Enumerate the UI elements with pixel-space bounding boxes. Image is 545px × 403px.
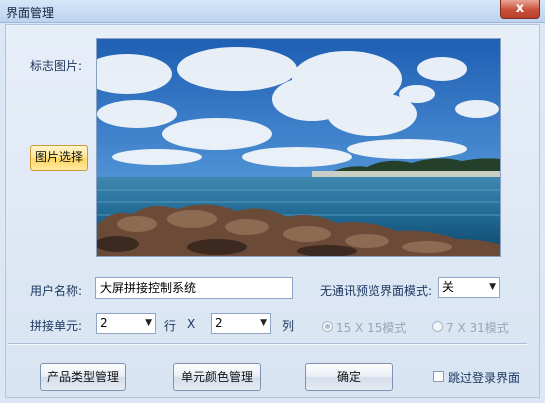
product-type-button[interactable]: 产品类型管理 (40, 363, 126, 391)
mode-7x31-radio[interactable] (432, 321, 443, 332)
mode-15x15-label: 15 X 15模式 (336, 321, 407, 335)
skip-login-label: 跳过登录界面 (448, 371, 521, 385)
window-title: 界面管理 (6, 6, 55, 20)
chevron-down-icon: ▼ (489, 282, 496, 292)
skip-login-checkbox[interactable] (433, 371, 444, 382)
unit-color-button[interactable]: 单元颜色管理 (173, 363, 261, 391)
user-name-label: 用户名称: (30, 284, 83, 298)
chevron-down-icon: ▼ (145, 318, 152, 328)
offline-mode-label: 无通讯预览界面模式: (320, 284, 433, 298)
ok-button[interactable]: 确定 (305, 363, 393, 391)
divider (8, 343, 527, 345)
tile-rows-value: 2 (100, 316, 108, 330)
user-name-input[interactable]: 大屏拼接控制系统 (95, 277, 293, 299)
tile-cols-value: 2 (215, 316, 223, 330)
x-separator: X (187, 317, 196, 331)
choose-image-button[interactable]: 图片选择 (30, 145, 88, 171)
mode-15x15-radio[interactable] (322, 321, 333, 332)
logo-image-label: 标志图片: (30, 59, 83, 73)
tile-rows-select[interactable]: 2 ▼ (96, 313, 156, 334)
logo-image (96, 38, 501, 257)
title-bar: 界面管理 x (0, 0, 545, 23)
offline-mode-select[interactable]: 关 ▼ (438, 277, 500, 298)
chevron-down-icon: ▼ (260, 318, 267, 328)
rows-unit: 行 (164, 319, 177, 333)
close-icon[interactable]: x (500, 0, 540, 19)
seascape-photo (97, 39, 500, 256)
offline-mode-value: 关 (442, 280, 455, 294)
mode-7x31-label: 7 X 31模式 (446, 321, 509, 335)
tile-cols-select[interactable]: 2 ▼ (211, 313, 271, 334)
cols-unit: 列 (282, 319, 295, 333)
tiles-label: 拼接单元: (30, 319, 83, 333)
